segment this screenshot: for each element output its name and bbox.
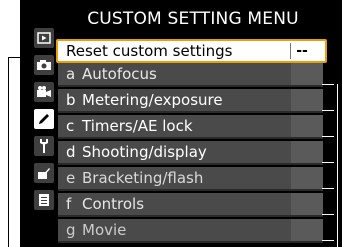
callout-tick	[322, 136, 334, 137]
camera-icon	[37, 60, 51, 70]
tab-movie-shooting[interactable]	[34, 82, 54, 102]
group-letter: g	[66, 221, 76, 239]
callout-line-left	[8, 57, 9, 247]
group-letter: d	[66, 143, 76, 161]
group-label: Movie	[82, 221, 127, 239]
group-setting-swatch	[291, 63, 323, 85]
reset-custom-settings-value: --	[296, 43, 308, 59]
group-item-bracketing-flash[interactable]: e Bracketing/flash	[58, 167, 323, 191]
wrench-icon	[40, 139, 48, 153]
group-letter: b	[66, 91, 76, 109]
my-menu-icon	[39, 194, 49, 206]
group-letter: c	[66, 117, 75, 135]
group-setting-swatch	[291, 141, 323, 163]
tab-retouch[interactable]	[34, 163, 54, 183]
tab-my-menu[interactable]	[34, 190, 54, 210]
reset-custom-settings-item[interactable]: Reset custom settings --	[56, 39, 327, 63]
group-label: Autofocus	[82, 65, 157, 83]
tab-setup[interactable]	[34, 136, 54, 156]
group-letter: e	[66, 169, 76, 187]
group-label: Timers/AE lock	[82, 117, 193, 135]
group-setting-swatch	[291, 193, 323, 215]
callout-tick	[322, 188, 334, 189]
group-item-shooting-display[interactable]: d Shooting/display	[58, 141, 323, 165]
reset-custom-settings-label: Reset custom settings	[66, 42, 233, 60]
group-setting-swatch	[291, 89, 323, 111]
group-label: Controls	[82, 195, 145, 213]
group-item-controls[interactable]: f Controls	[58, 193, 323, 217]
playback-icon	[37, 32, 51, 44]
callout-tick	[322, 110, 334, 111]
group-setting-swatch	[291, 167, 323, 189]
tab-playback[interactable]	[34, 28, 54, 48]
group-label: Metering/exposure	[82, 91, 223, 109]
custom-settings-group-list: a Autofocus b Metering/exposure c Timers…	[58, 63, 337, 247]
group-setting-swatch	[291, 219, 323, 241]
group-label: Bracketing/flash	[82, 169, 204, 187]
menu-title: CUSTOM SETTING MENU	[87, 9, 299, 29]
movie-camera-icon	[37, 86, 51, 97]
retouch-icon	[38, 168, 50, 179]
tab-custom-setting[interactable]	[34, 109, 54, 129]
callout-tick	[322, 84, 334, 85]
group-letter: a	[66, 65, 76, 83]
group-item-metering-exposure[interactable]: b Metering/exposure	[58, 89, 323, 113]
tab-shooting[interactable]	[34, 55, 54, 75]
pencil-icon	[39, 114, 49, 124]
group-label: Shooting/display	[82, 143, 207, 161]
callout-tick	[322, 240, 334, 241]
callout-bracket-line	[337, 84, 338, 247]
group-setting-swatch	[291, 115, 323, 137]
group-item-timers-ae-lock[interactable]: c Timers/AE lock	[58, 115, 323, 139]
callout-tick	[322, 162, 334, 163]
group-item-movie[interactable]: g Movie	[58, 219, 323, 243]
callout-tick	[322, 214, 334, 215]
menu-tab-column	[34, 28, 54, 244]
group-item-autofocus[interactable]: a Autofocus	[58, 63, 323, 87]
group-letter: f	[66, 195, 72, 213]
